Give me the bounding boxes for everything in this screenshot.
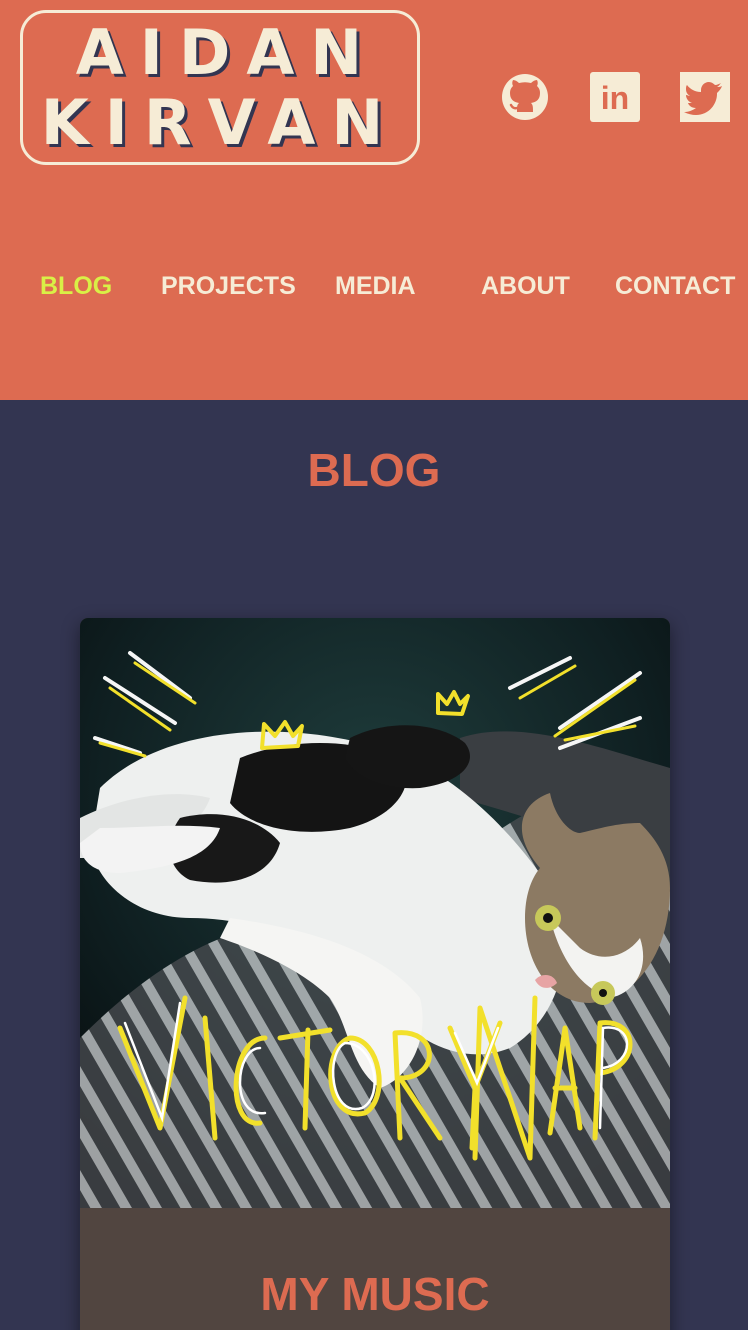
linkedin-icon: in: [590, 72, 640, 122]
twitter-link[interactable]: [680, 72, 730, 122]
github-icon: [502, 74, 548, 120]
linkedin-glyph: in: [601, 80, 629, 116]
page-title: BLOG: [307, 444, 441, 496]
nav-item-blog[interactable]: BLOG: [40, 268, 112, 304]
github-link[interactable]: [500, 72, 550, 122]
linkedin-link[interactable]: in: [590, 72, 640, 122]
site-logo[interactable]: AIDAN KIRVAN: [20, 10, 420, 165]
post-title[interactable]: MY MUSIC: [80, 1266, 670, 1322]
logo-line-last: KIRVAN: [40, 85, 400, 159]
nav-item-contact[interactable]: CONTACT: [615, 268, 735, 304]
blog-post-card[interactable]: MY MUSIC: [80, 618, 670, 1330]
nav-item-projects[interactable]: PROJECTS: [161, 268, 296, 304]
post-cover-image[interactable]: [80, 618, 670, 1208]
main-nav: BLOG PROJECTS MEDIA ABOUT CONTACT: [0, 268, 748, 304]
twitter-icon: [680, 72, 730, 122]
nav-item-about[interactable]: ABOUT: [481, 268, 570, 304]
site-header: AIDAN KIRVAN in BLOG PROJECTS MEDIA ABOU…: [0, 0, 748, 400]
logo-line-first: AIDAN: [75, 15, 379, 89]
nav-item-media[interactable]: MEDIA: [335, 268, 416, 304]
